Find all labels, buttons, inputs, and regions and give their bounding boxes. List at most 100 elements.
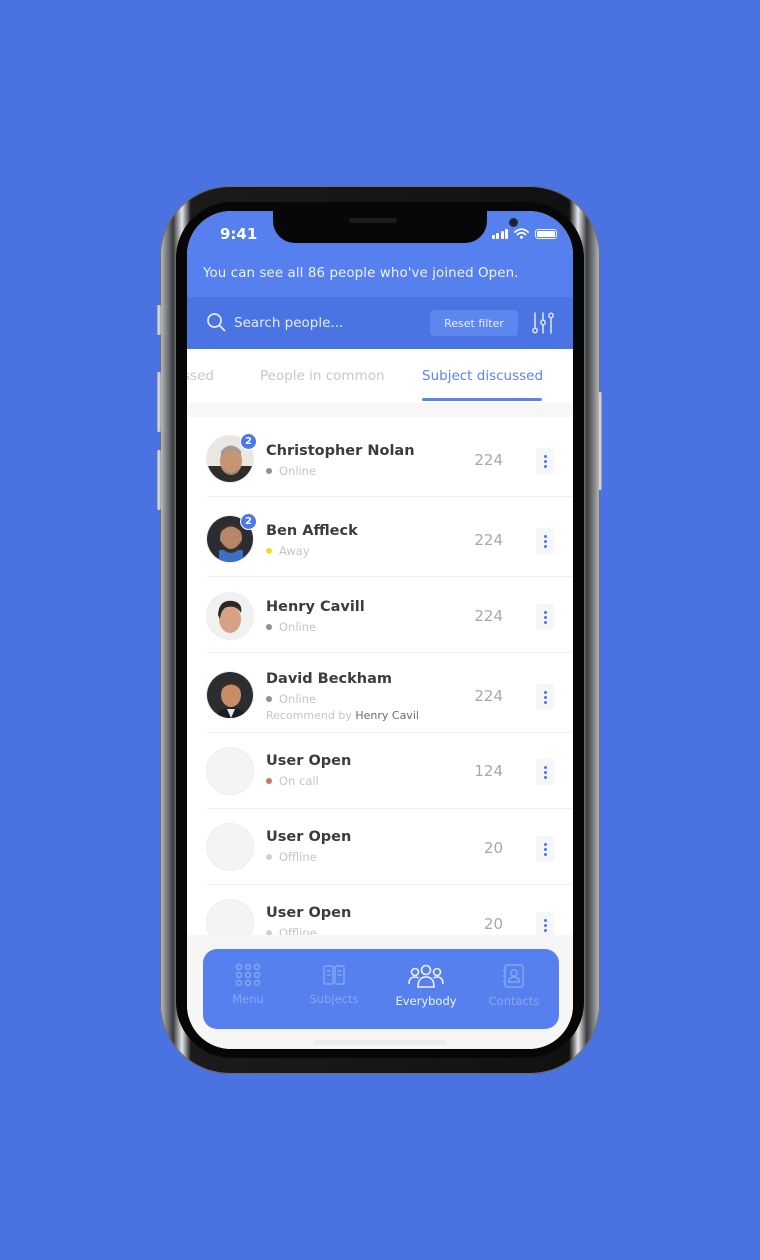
more-options-button[interactable] <box>536 759 554 785</box>
reset-filter-button[interactable]: Reset filter <box>430 310 518 336</box>
status-label: Online <box>279 464 317 478</box>
subject-count: 20 <box>483 839 503 857</box>
avatar-placeholder <box>206 747 254 795</box>
tab-subject-discussed[interactable]: Subject discussed <box>422 368 543 384</box>
person-name: Henry Cavill <box>266 599 365 615</box>
search-bar: Reset filter <box>187 297 573 349</box>
battery-icon <box>535 228 557 239</box>
more-options-button[interactable] <box>536 836 554 862</box>
phone-volume-up-button <box>157 372 161 432</box>
list-item[interactable]: Henry Cavill Online 224 <box>187 577 573 653</box>
avatar-placeholder <box>206 899 254 935</box>
status-label: Offline <box>279 850 317 864</box>
front-camera <box>509 218 518 227</box>
person-status: Away <box>266 544 310 558</box>
person-name: User Open <box>266 905 352 921</box>
avatar-placeholder <box>206 823 254 871</box>
tabbar-label: Subjects <box>309 992 359 1006</box>
tab-people-in-common[interactable]: People in common <box>260 368 385 384</box>
subject-count: 224 <box>474 607 503 625</box>
more-options-button[interactable] <box>536 912 554 935</box>
book-icon <box>323 965 345 985</box>
active-tab-indicator <box>422 398 542 401</box>
recommender-name[interactable]: Henry Cavil <box>355 709 419 722</box>
person-status: Offline <box>266 850 317 864</box>
more-options-button[interactable] <box>536 604 554 630</box>
status-time: 9:41 <box>220 225 258 243</box>
person-name: User Open <box>266 753 352 769</box>
bottom-tab-bar: Menu Subjects Everybody Contacts <box>203 949 559 1029</box>
person-status: On call <box>266 774 319 788</box>
search-icon <box>207 313 226 332</box>
more-options-button[interactable] <box>536 528 554 554</box>
subject-count: 224 <box>474 531 503 549</box>
status-icons <box>491 228 557 239</box>
person-status: Online <box>266 692 316 706</box>
list-item[interactable]: User Open Offline 20 <box>187 885 573 935</box>
person-status: Offline <box>266 926 317 935</box>
more-options-button[interactable] <box>536 684 554 710</box>
tabbar-label: Contacts <box>488 994 540 1008</box>
people-count-banner: You can see all 86 people who've joined … <box>203 266 519 281</box>
notch <box>273 211 518 243</box>
status-dot <box>266 468 272 474</box>
contacts-book-icon <box>503 964 524 988</box>
list-item[interactable]: 2 Ben Affleck Away 224 <box>187 497 573 577</box>
recommend-prefix: Recommend by <box>266 709 352 722</box>
filter-sliders-icon[interactable] <box>531 311 555 335</box>
tabbar-item-menu[interactable]: Menu <box>208 963 288 1006</box>
person-name: User Open <box>266 829 352 845</box>
subject-count: 124 <box>474 762 503 780</box>
list-item[interactable]: User Open On call 124 <box>187 733 573 809</box>
home-indicator[interactable] <box>313 1040 447 1045</box>
avatar-photo <box>207 593 253 639</box>
more-options-button[interactable] <box>536 448 554 474</box>
person-name: Ben Affleck <box>266 523 358 539</box>
status-label: Offline <box>279 926 317 935</box>
subject-count: 224 <box>474 687 503 705</box>
notification-badge: 2 <box>240 513 257 530</box>
phone-volume-down-button <box>157 450 161 510</box>
person-status: Online <box>266 620 316 634</box>
bottom-navigation-area: Menu Subjects Everybody Contacts <box>187 935 573 1049</box>
avatar <box>206 592 254 640</box>
subject-count: 224 <box>474 451 503 469</box>
menu-grid-icon <box>235 963 261 987</box>
wifi-icon <box>514 228 529 239</box>
list-item[interactable]: 2 Christopher Nolan Online 224 <box>187 417 573 497</box>
avatar <box>206 671 254 719</box>
list-item[interactable]: User Open Offline 20 <box>187 809 573 885</box>
tabbar-item-everybody[interactable]: Everybody <box>386 963 466 1008</box>
person-status: Online <box>266 464 316 478</box>
avatar-photo <box>207 672 253 718</box>
signal-icon <box>491 228 508 239</box>
status-dot <box>266 778 272 784</box>
subject-count: 20 <box>483 915 503 933</box>
list-separator <box>187 403 573 417</box>
status-label: Away <box>279 544 310 558</box>
people-list: 2 Christopher Nolan Online 224 2 Ben Aff… <box>187 417 573 935</box>
phone-silent-switch <box>157 305 161 335</box>
status-label: Online <box>279 692 317 706</box>
phone-screen: 9:41 You can see all 86 people who've jo… <box>187 211 573 1049</box>
phone-power-button <box>598 392 602 490</box>
status-dot <box>266 548 272 554</box>
tab-subject-discussed-partial[interactable]: ssed <box>187 368 214 384</box>
search-input[interactable] <box>234 312 414 334</box>
status-dot <box>266 696 272 702</box>
filter-tabs: ssed People in common Subject discussed <box>187 349 573 403</box>
notification-badge: 2 <box>240 433 257 450</box>
tabbar-label: Menu <box>232 992 264 1006</box>
tabbar-item-contacts[interactable]: Contacts <box>474 963 554 1008</box>
list-item[interactable]: David Beckham Online Recommend by Henry … <box>187 653 573 733</box>
tabbar-item-subjects[interactable]: Subjects <box>294 963 374 1006</box>
person-name: Christopher Nolan <box>266 443 415 459</box>
recommendation-text: Recommend by Henry Cavil <box>266 709 419 722</box>
status-dot <box>266 624 272 630</box>
person-name: David Beckham <box>266 671 393 687</box>
group-icon <box>408 964 444 988</box>
status-label: Online <box>279 620 317 634</box>
tabbar-label: Everybody <box>395 994 457 1008</box>
status-label: On call <box>279 774 319 788</box>
status-dot <box>266 854 272 860</box>
